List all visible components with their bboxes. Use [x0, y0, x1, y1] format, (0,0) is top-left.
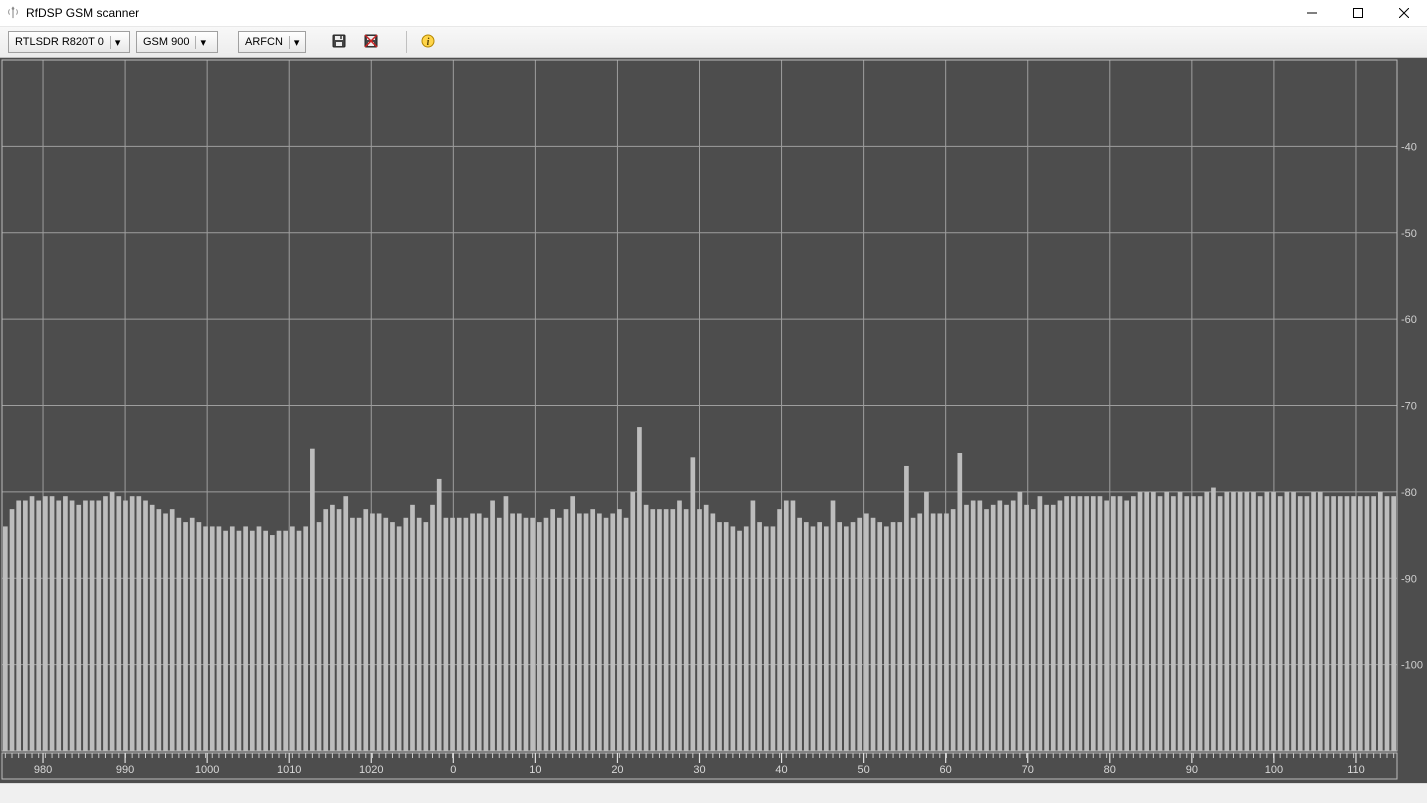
spectrum-chart-svg: -40-50-60-70-80-90-100980990100010101020… [0, 58, 1427, 783]
chevron-down-icon: ▾ [110, 36, 121, 49]
app-title-container: RfDSP GSM scanner [6, 5, 1289, 22]
svg-text:0: 0 [450, 764, 456, 776]
svg-text:-40: -40 [1401, 141, 1417, 153]
svg-text:-60: -60 [1401, 314, 1417, 326]
status-bar [0, 783, 1427, 803]
svg-text:980: 980 [34, 764, 52, 776]
chevron-down-icon: ▾ [195, 36, 206, 49]
band-select[interactable]: GSM 900 ▾ [136, 31, 218, 53]
save-icon [331, 33, 347, 52]
window-title-bar: RfDSP GSM scanner [0, 0, 1427, 27]
svg-text:10: 10 [529, 764, 541, 776]
spectrum-chart[interactable]: -40-50-60-70-80-90-100980990100010101020… [0, 58, 1427, 783]
svg-text:100: 100 [1265, 764, 1283, 776]
svg-text:1000: 1000 [195, 764, 219, 776]
svg-text:30: 30 [693, 764, 705, 776]
close-button[interactable] [1381, 0, 1427, 26]
arfcn-select-value: ARFCN [245, 36, 283, 48]
svg-text:i: i [427, 37, 430, 48]
svg-text:40: 40 [775, 764, 787, 776]
svg-text:-80: -80 [1401, 487, 1417, 499]
minimize-button[interactable] [1289, 0, 1335, 26]
svg-text:-50: -50 [1401, 228, 1417, 240]
svg-text:1010: 1010 [277, 764, 301, 776]
svg-text:-70: -70 [1401, 401, 1417, 413]
window-controls [1289, 0, 1427, 26]
svg-text:90: 90 [1186, 764, 1198, 776]
svg-text:70: 70 [1022, 764, 1034, 776]
arfcn-select[interactable]: ARFCN ▾ [238, 31, 306, 53]
svg-text:1020: 1020 [359, 764, 383, 776]
svg-text:80: 80 [1104, 764, 1116, 776]
svg-text:20: 20 [611, 764, 623, 776]
clear-button[interactable] [358, 30, 384, 54]
svg-text:50: 50 [857, 764, 869, 776]
app-title: RfDSP GSM scanner [26, 6, 139, 20]
device-select-value: RTLSDR R820T 0 [15, 36, 104, 48]
band-select-value: GSM 900 [143, 36, 189, 48]
svg-text:-90: -90 [1401, 573, 1417, 585]
info-button[interactable]: i [415, 30, 441, 54]
chevron-down-icon: ▾ [289, 36, 300, 49]
maximize-button[interactable] [1335, 0, 1381, 26]
toolbar-separator [406, 31, 407, 53]
antenna-icon [6, 5, 20, 22]
clear-icon [363, 33, 379, 52]
svg-text:60: 60 [940, 764, 952, 776]
svg-text:990: 990 [116, 764, 134, 776]
svg-text:-100: -100 [1401, 660, 1423, 672]
device-select[interactable]: RTLSDR R820T 0 ▾ [8, 31, 130, 53]
info-icon: i [420, 33, 436, 52]
svg-text:110: 110 [1347, 764, 1365, 776]
toolbar: RTLSDR R820T 0 ▾ GSM 900 ▾ ARFCN ▾ [0, 27, 1427, 58]
save-button[interactable] [326, 30, 352, 54]
